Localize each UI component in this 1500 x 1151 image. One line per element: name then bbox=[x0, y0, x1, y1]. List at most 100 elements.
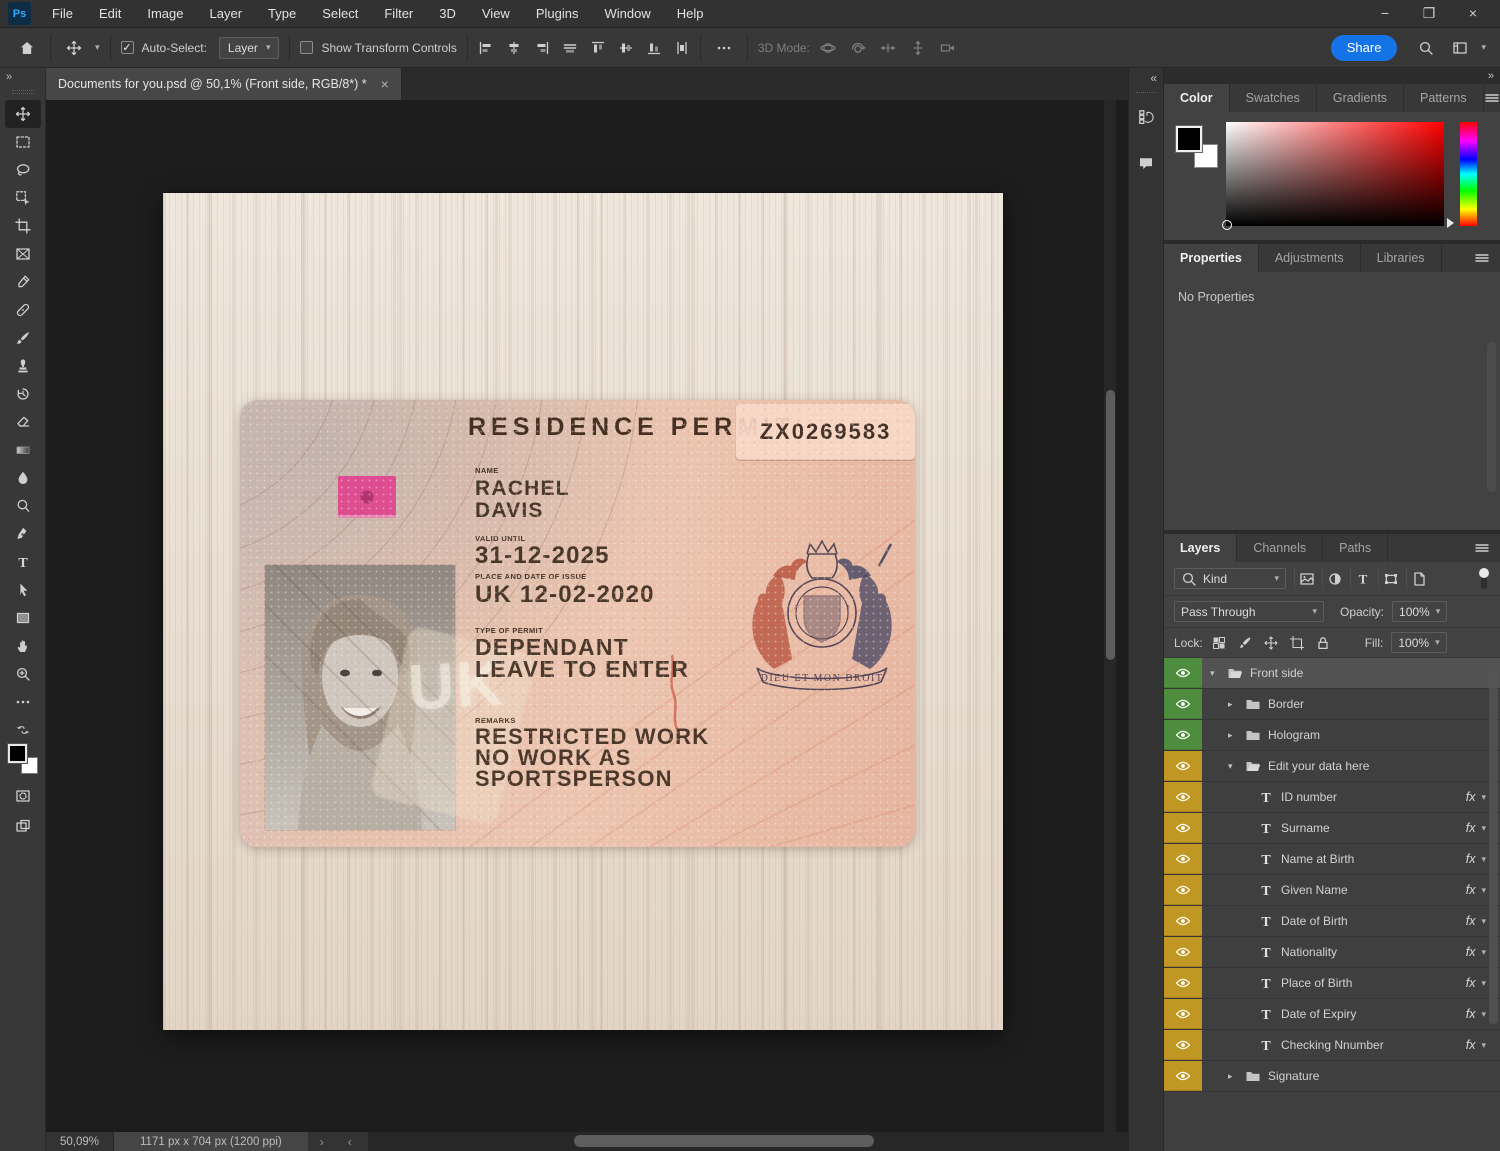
auto-select-checkbox[interactable]: ✓ bbox=[121, 41, 134, 54]
layer-name[interactable]: Date of Expiry bbox=[1281, 1007, 1356, 1021]
chevron-right-icon[interactable]: ▸ bbox=[1228, 1071, 1238, 1082]
layer-effects-badge[interactable]: fx bbox=[1466, 852, 1476, 866]
frame-tool[interactable] bbox=[5, 240, 41, 268]
workspace-chevron-icon[interactable]: ▾ bbox=[1481, 43, 1486, 52]
home-icon[interactable] bbox=[14, 35, 40, 61]
roll-3d-icon[interactable] bbox=[850, 40, 866, 56]
layer-row-given-name[interactable]: TGiven Namefx▾ bbox=[1164, 875, 1500, 906]
lock-artboard-icon[interactable] bbox=[1289, 635, 1305, 651]
layer-filter-toggle[interactable] bbox=[1478, 568, 1490, 590]
visibility-toggle[interactable] bbox=[1164, 999, 1202, 1029]
layer-effects-badge[interactable]: fx bbox=[1466, 914, 1476, 928]
layer-filter-kind-dropdown[interactable]: Kind ▾ bbox=[1174, 568, 1286, 589]
layer-row-place-of-birth[interactable]: TPlace of Birthfx▾ bbox=[1164, 968, 1500, 999]
healing-tool[interactable] bbox=[5, 296, 41, 324]
tab-properties[interactable]: Properties bbox=[1164, 244, 1259, 272]
lasso-tool[interactable] bbox=[5, 156, 41, 184]
visibility-toggle[interactable] bbox=[1164, 937, 1202, 967]
align-left-icon[interactable] bbox=[478, 40, 494, 56]
document-info[interactable]: 1171 px x 704 px (1200 ppi) bbox=[114, 1132, 308, 1151]
tab-adjustments[interactable]: Adjustments bbox=[1259, 244, 1361, 272]
pixel-layer-filter-icon[interactable] bbox=[1294, 568, 1318, 590]
layer-effects-badge[interactable]: fx bbox=[1466, 1007, 1476, 1021]
visibility-toggle[interactable] bbox=[1164, 968, 1202, 998]
layer-name[interactable]: Edit your data here bbox=[1268, 759, 1369, 773]
object-selection-tool[interactable] bbox=[5, 184, 41, 212]
menu-item-layer[interactable]: Layer bbox=[197, 0, 256, 28]
vertical-scroll-thumb[interactable] bbox=[1106, 390, 1115, 660]
layer-effects-badge[interactable]: fx bbox=[1466, 821, 1476, 835]
visibility-toggle[interactable] bbox=[1164, 1030, 1202, 1060]
tab-color[interactable]: Color bbox=[1164, 84, 1230, 112]
layer-name[interactable]: Front side bbox=[1250, 666, 1303, 680]
menu-item-image[interactable]: Image bbox=[134, 0, 196, 28]
properties-scrollbar[interactable] bbox=[1487, 342, 1496, 492]
layer-name[interactable]: Given Name bbox=[1281, 883, 1348, 897]
fx-chevron-icon[interactable]: ▾ bbox=[1481, 979, 1486, 988]
pan-3d-icon[interactable] bbox=[880, 40, 896, 56]
menu-item-type[interactable]: Type bbox=[255, 0, 309, 28]
visibility-toggle[interactable] bbox=[1164, 658, 1202, 688]
more-options-icon[interactable] bbox=[711, 35, 737, 61]
history-brush-tool[interactable] bbox=[5, 380, 41, 408]
color-picker-marker[interactable] bbox=[1222, 220, 1232, 230]
fx-chevron-icon[interactable]: ▾ bbox=[1481, 793, 1486, 802]
fx-chevron-icon[interactable]: ▾ bbox=[1481, 855, 1486, 864]
adjustment-layer-filter-icon[interactable] bbox=[1322, 568, 1346, 590]
crop-tool[interactable] bbox=[5, 212, 41, 240]
hand-tool[interactable] bbox=[5, 632, 41, 660]
status-next-icon[interactable]: › bbox=[308, 1135, 336, 1149]
dodge-tool[interactable] bbox=[5, 492, 41, 520]
layer-name[interactable]: Signature bbox=[1268, 1069, 1319, 1083]
layer-effects-badge[interactable]: fx bbox=[1466, 945, 1476, 959]
layer-row-id-number[interactable]: TID numberfx▾ bbox=[1164, 782, 1500, 813]
align-right-icon[interactable] bbox=[534, 40, 550, 56]
workspace-icon[interactable] bbox=[1447, 35, 1473, 61]
visibility-toggle[interactable] bbox=[1164, 875, 1202, 905]
document-image[interactable]: RESIDENCE PERMIT ZX0269583 bbox=[163, 193, 1003, 1030]
menu-item-3d[interactable]: 3D bbox=[426, 0, 469, 28]
layer-name[interactable]: Nationality bbox=[1281, 945, 1337, 959]
type-tool[interactable]: T bbox=[5, 548, 41, 576]
layer-row-surname[interactable]: TSurnamefx▾ bbox=[1164, 813, 1500, 844]
photoshop-logo[interactable]: Ps bbox=[8, 2, 31, 25]
lock-transparent-pixels-icon[interactable] bbox=[1211, 635, 1227, 651]
menu-item-edit[interactable]: Edit bbox=[86, 0, 134, 28]
layers-menu-icon[interactable] bbox=[1474, 540, 1490, 556]
layer-name[interactable]: Date of Birth bbox=[1281, 914, 1348, 928]
opacity-field[interactable]: 100%▾ bbox=[1392, 601, 1447, 622]
chevron-down-icon[interactable]: ▾ bbox=[1210, 668, 1220, 679]
align-middle-icon[interactable] bbox=[618, 40, 634, 56]
auto-select-target-dropdown[interactable]: Layer▾ bbox=[219, 37, 280, 59]
show-transform-checkbox[interactable] bbox=[300, 41, 313, 54]
tab-channels[interactable]: Channels bbox=[1237, 534, 1323, 562]
lock-all-icon[interactable] bbox=[1315, 635, 1331, 651]
menu-item-filter[interactable]: Filter bbox=[371, 0, 426, 28]
layer-row-front-side[interactable]: ▾ Front side bbox=[1164, 658, 1500, 689]
orbit-3d-icon[interactable] bbox=[820, 40, 836, 56]
blend-mode-dropdown[interactable]: Pass Through▾ bbox=[1174, 601, 1324, 622]
path-selection-tool[interactable] bbox=[5, 576, 41, 604]
share-button[interactable]: Share bbox=[1331, 35, 1398, 61]
menu-item-plugins[interactable]: Plugins bbox=[523, 0, 592, 28]
search-icon[interactable] bbox=[1413, 35, 1439, 61]
layers-scrollbar[interactable] bbox=[1489, 664, 1498, 1024]
collapse-dock-icon[interactable]: » bbox=[1488, 70, 1494, 82]
layer-row-edit-your-data-here[interactable]: ▾Edit your data here bbox=[1164, 751, 1500, 782]
camera-3d-icon[interactable] bbox=[940, 40, 956, 56]
hue-slider[interactable] bbox=[1460, 122, 1477, 226]
menu-item-select[interactable]: Select bbox=[309, 0, 371, 28]
tab-paths[interactable]: Paths bbox=[1323, 534, 1388, 562]
shape-layer-filter-icon[interactable] bbox=[1378, 568, 1402, 590]
tab-patterns[interactable]: Patterns bbox=[1404, 84, 1484, 112]
layer-effects-badge[interactable]: fx bbox=[1466, 1038, 1476, 1052]
pen-tool[interactable] bbox=[5, 520, 41, 548]
layer-row-border[interactable]: ▸Border bbox=[1164, 689, 1500, 720]
layer-name[interactable]: Surname bbox=[1281, 821, 1330, 835]
menu-item-view[interactable]: View bbox=[469, 0, 523, 28]
expand-panels-icon[interactable]: « bbox=[1144, 68, 1163, 88]
layer-name[interactable]: Name at Birth bbox=[1281, 852, 1354, 866]
visibility-toggle[interactable] bbox=[1164, 813, 1202, 843]
layer-row-name-at-birth[interactable]: TName at Birthfx▾ bbox=[1164, 844, 1500, 875]
layer-name[interactable]: Border bbox=[1268, 697, 1304, 711]
